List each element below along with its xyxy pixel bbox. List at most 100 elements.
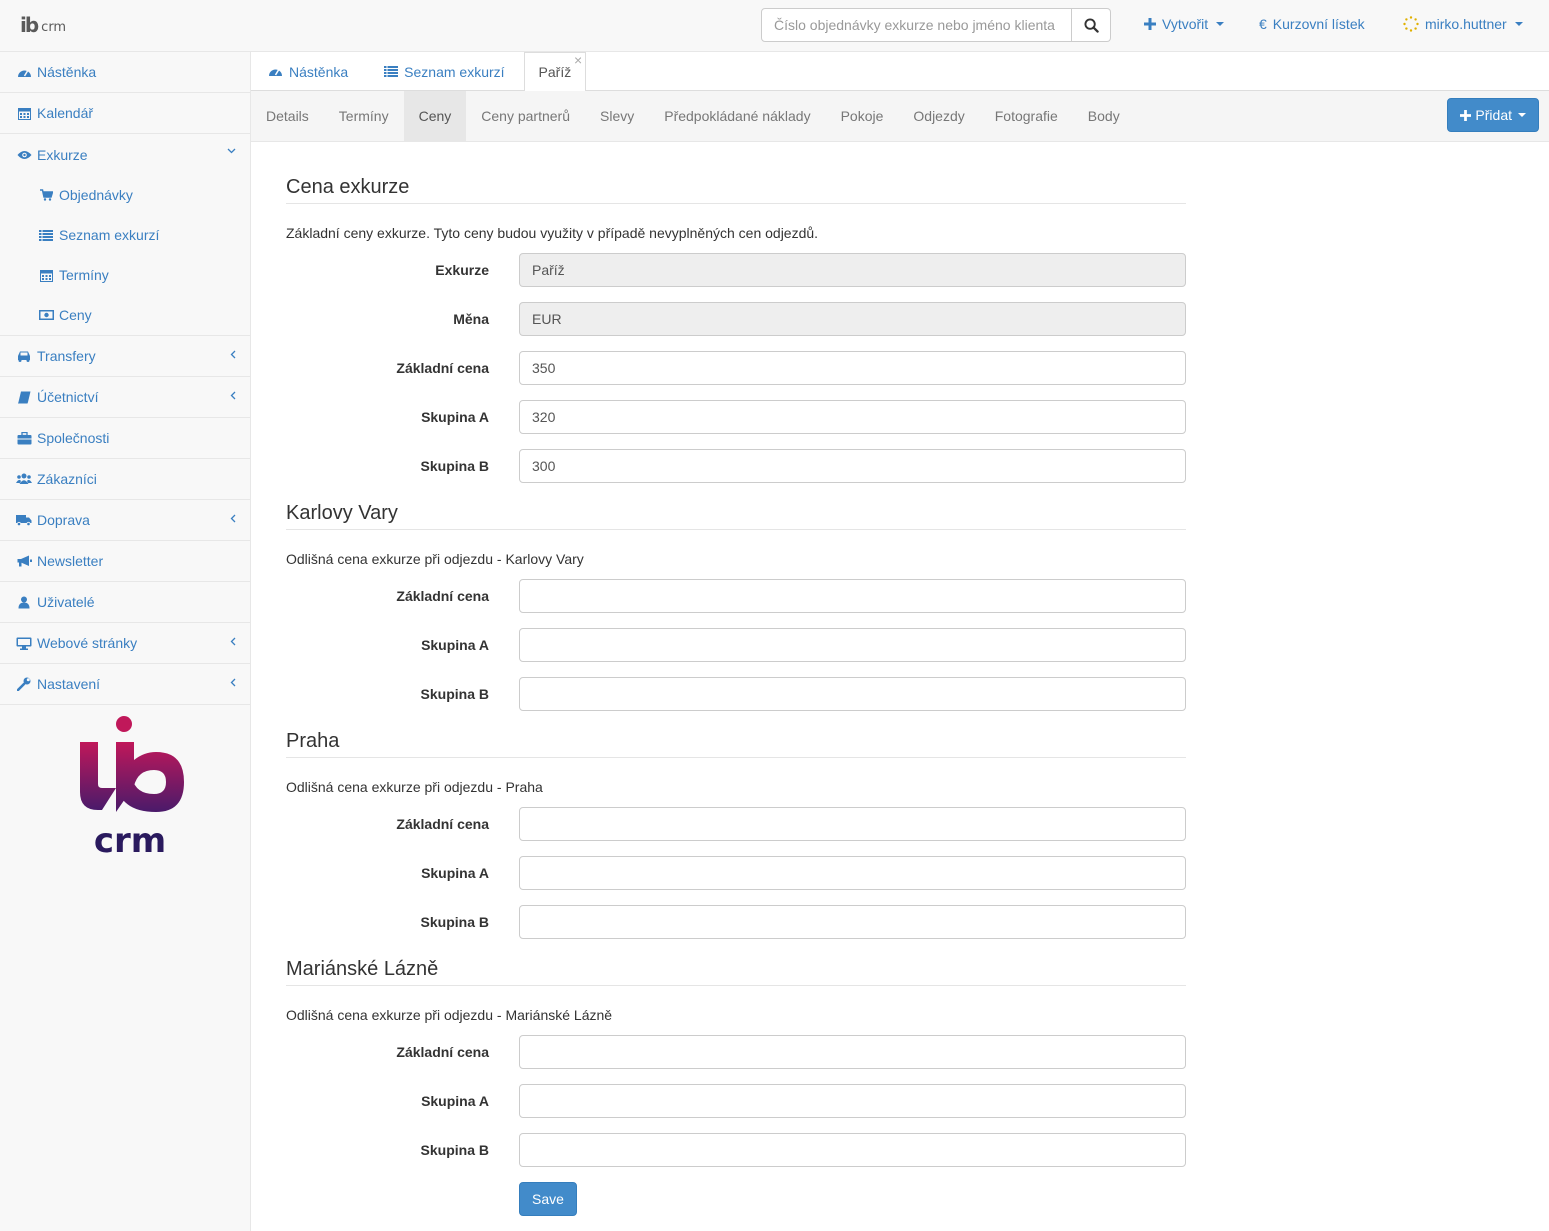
group-b-input[interactable]	[519, 905, 1186, 939]
group-b-input[interactable]	[519, 449, 1186, 483]
field-label: Základní cena	[396, 588, 489, 604]
sidebar-subitem-excursion-list[interactable]: Seznam exkurzí	[0, 215, 250, 255]
sidebar-item-users[interactable]: Uživatelé	[0, 582, 250, 623]
sidebar-item-transfers[interactable]: Transfery	[0, 336, 250, 377]
create-menu[interactable]: Vytvořit	[1144, 16, 1225, 32]
sidebar-item-label: Doprava	[37, 512, 90, 528]
group-b-input[interactable]	[519, 677, 1186, 711]
sidebar-subitem-prices[interactable]: Ceny	[0, 295, 250, 335]
section-title: Praha	[286, 730, 1186, 758]
sidebar-item-label: Newsletter	[37, 553, 104, 569]
form-row: Skupina A	[286, 400, 1186, 434]
excursion-field[interactable]	[519, 253, 1186, 287]
eye-icon	[16, 150, 32, 160]
subtab-discounts[interactable]: Slevy	[585, 91, 649, 141]
sidebar-item-accounting[interactable]: Účetnictví	[0, 377, 250, 418]
search-icon	[1083, 17, 1099, 33]
form-row: Skupina B	[286, 677, 1186, 711]
base-price-input[interactable]	[519, 579, 1186, 613]
field-label: Skupina A	[421, 1093, 489, 1109]
sidebar-item-newsletter[interactable]: Newsletter	[0, 541, 250, 582]
chevron-left-icon	[230, 678, 236, 687]
add-button-label: Přidat	[1475, 107, 1512, 123]
tab-dashboard[interactable]: Nástěnka	[253, 52, 363, 91]
form-row: Skupina B	[286, 1133, 1186, 1167]
search-input[interactable]	[761, 8, 1072, 42]
sidebar-item-excursions[interactable]: Exkurze	[0, 134, 250, 175]
logo-text: crm	[41, 20, 67, 35]
subtab-rooms[interactable]: Pokoje	[826, 91, 899, 141]
subtab-terms[interactable]: Termíny	[324, 91, 404, 141]
form-row: Skupina B	[286, 905, 1186, 939]
close-icon[interactable]: ×	[574, 53, 582, 67]
briefcase-icon	[16, 431, 32, 445]
search-group	[761, 8, 1111, 42]
tab-excursion-list[interactable]: Seznam exkurzí	[369, 52, 519, 91]
subtab-prices[interactable]: Ceny	[403, 91, 467, 141]
sidebar-item-transport[interactable]: Doprava	[0, 500, 250, 541]
field-label: Skupina A	[421, 409, 489, 425]
chevron-left-icon	[230, 514, 236, 523]
sidebar-item-websites[interactable]: Webové stránky	[0, 623, 250, 664]
field-label: Exkurze	[435, 262, 489, 278]
money-icon	[38, 310, 54, 320]
subtab-details[interactable]: Details	[251, 91, 324, 141]
sidebar-subitem-orders[interactable]: Objednávky	[0, 175, 250, 215]
subtab-partner-prices[interactable]: Ceny partnerů	[466, 91, 585, 141]
excursion-subtabs: Details Termíny Ceny Ceny partnerů Slevy…	[251, 91, 1549, 142]
caret-down-icon	[1518, 113, 1526, 117]
list-icon	[384, 64, 399, 80]
sidebar-item-calendar[interactable]: Kalendář	[0, 93, 250, 134]
sidebar-item-label: Nastavení	[37, 676, 101, 692]
group-a-input[interactable]	[519, 1084, 1186, 1118]
group-a-input[interactable]	[519, 400, 1186, 434]
list-icon	[38, 229, 54, 241]
form-row: Skupina A	[286, 628, 1186, 662]
car-icon	[16, 350, 32, 362]
tab-paris[interactable]: Paříž ×	[523, 52, 587, 92]
wrench-icon	[16, 677, 32, 691]
form-row: Skupina A	[286, 856, 1186, 890]
cart-icon	[38, 189, 54, 201]
subtab-departures[interactable]: Odjezdy	[898, 91, 979, 141]
sidebar-item-label: Exkurze	[37, 146, 88, 163]
sidebar-item-dashboard[interactable]: Nástěnka	[0, 52, 250, 93]
exchange-rate-link[interactable]: € Kurzovní lístek	[1259, 16, 1365, 32]
section-title: Mariánské Lázně	[286, 958, 1186, 986]
form-row: Měna	[286, 302, 1186, 336]
logo-mark: ib	[20, 13, 39, 37]
search-button[interactable]	[1072, 8, 1111, 42]
users-icon	[16, 473, 32, 485]
base-price-input[interactable]	[519, 807, 1186, 841]
sidebar-item-label: Webové stránky	[37, 635, 138, 651]
euro-icon: €	[1259, 16, 1267, 32]
field-label: Skupina B	[420, 1142, 489, 1158]
user-menu[interactable]: mirko.huttner	[1403, 16, 1523, 32]
subtab-photos[interactable]: Fotografie	[980, 91, 1073, 141]
field-label: Základní cena	[396, 360, 489, 376]
section-title: Karlovy Vary	[286, 502, 1186, 530]
section-description: Odlišná cena exkurze při odjezdu - Karlo…	[286, 551, 584, 567]
section-description: Odlišná cena exkurze při odjezdu - Mariá…	[286, 1007, 613, 1023]
subtab-expected-costs[interactable]: Předpokládané náklady	[649, 91, 825, 141]
user-name: mirko.huttner	[1425, 16, 1507, 32]
sidebar-subitem-label: Ceny	[59, 307, 92, 323]
save-button[interactable]: Save	[519, 1182, 577, 1216]
base-price-input[interactable]	[519, 351, 1186, 385]
sidebar-item-customers[interactable]: Zákazníci	[0, 459, 250, 500]
add-button[interactable]: Přidat	[1447, 98, 1539, 132]
sidebar-item-companies[interactable]: Společnosti	[0, 418, 250, 459]
group-b-input[interactable]	[519, 1133, 1186, 1167]
group-a-input[interactable]	[519, 856, 1186, 890]
field-label: Základní cena	[396, 1044, 489, 1060]
group-a-input[interactable]	[519, 628, 1186, 662]
tab-label: Paříž	[538, 64, 572, 80]
create-menu-label: Vytvořit	[1162, 16, 1209, 32]
subtab-points[interactable]: Body	[1073, 91, 1135, 141]
currency-field[interactable]	[519, 302, 1186, 336]
app-logo[interactable]: ib crm	[20, 13, 66, 37]
base-price-input[interactable]	[519, 1035, 1186, 1069]
sidebar-item-settings[interactable]: Nastavení	[0, 664, 250, 705]
sidebar-subitem-terms[interactable]: Termíny	[0, 255, 250, 295]
section-description: Základní ceny exkurze. Tyto ceny budou v…	[286, 225, 819, 241]
